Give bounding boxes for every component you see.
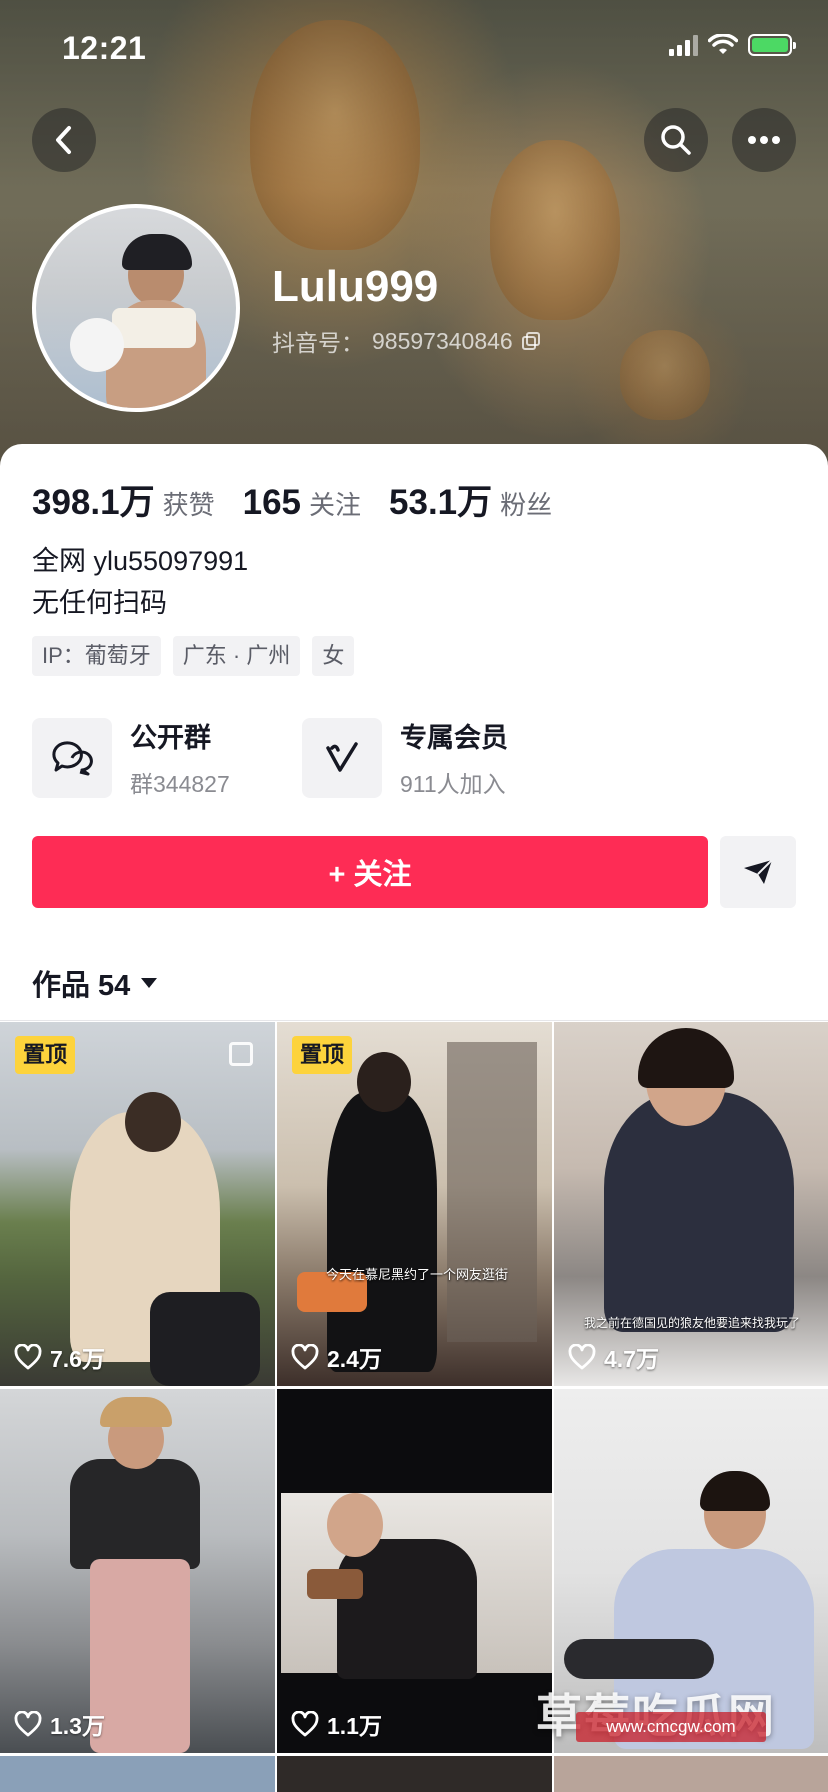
like-count-value: 1.1万 xyxy=(327,1713,382,1739)
tile-figure-legs xyxy=(90,1559,190,1753)
stat-value: 398.1万 xyxy=(32,483,155,522)
bio-line: 全网 ylu55097991 xyxy=(32,546,249,576)
like-count: 7.6万 xyxy=(14,1340,105,1374)
like-count-value: 1.3万 xyxy=(50,1713,105,1739)
like-count-value: 4.7万 xyxy=(604,1346,659,1372)
works-tab[interactable]: 作品 54 xyxy=(32,962,158,1004)
like-count-value: 2.4万 xyxy=(327,1346,382,1372)
caret-down-icon xyxy=(141,978,158,988)
like-count-value: 7.6万 xyxy=(50,1346,105,1372)
feature-subtitle: 群344827 xyxy=(130,771,230,797)
tag-ip: IP：葡萄牙 xyxy=(32,636,161,676)
douyin-id-row: 抖音号： 98597340846 xyxy=(272,324,541,358)
avatar-cap xyxy=(122,234,192,270)
more-dots-icon xyxy=(748,136,780,144)
share-button[interactable] xyxy=(720,836,796,908)
status-icons xyxy=(669,34,796,56)
search-button[interactable] xyxy=(644,108,708,172)
video-tile[interactable]: 1.1万 xyxy=(277,1389,552,1753)
cell-signal-icon xyxy=(669,34,698,56)
stats-row: 398.1万 获赞 165 关注 53.1万 粉丝 xyxy=(32,474,580,525)
heart-icon xyxy=(14,1344,42,1370)
video-tile[interactable]: 置顶 7.6万 xyxy=(0,1022,275,1386)
stat-label: 关注 xyxy=(309,490,362,520)
public-group-entry[interactable]: 公开群 群344827 xyxy=(32,716,230,799)
tile-figure-top xyxy=(70,1459,200,1569)
search-icon xyxy=(661,125,691,155)
chevron-left-icon xyxy=(56,126,71,154)
video-tile[interactable]: 今天在慕尼黑约了一个网友逛街 置顶 2.4万 xyxy=(277,1022,552,1386)
douyin-id-label: 抖音号： xyxy=(272,330,364,356)
bio: 全网 ylu55097991 无任何扫码 xyxy=(32,540,248,624)
heart-icon xyxy=(291,1711,319,1737)
username: Lulu999 xyxy=(272,262,439,311)
stat-label: 获赞 xyxy=(162,490,215,520)
feature-subtitle: 911人加入 xyxy=(400,771,506,797)
video-caption: 我之前在德国见的狼友他要追来找我玩了 xyxy=(583,1316,800,1330)
copy-icon[interactable] xyxy=(521,331,541,351)
tag-gender: 女 xyxy=(312,636,355,676)
profile-tags: IP：葡萄牙 广东 · 广州 女 xyxy=(32,636,355,676)
feature-title: 公开群 xyxy=(130,723,211,753)
video-tile[interactable] xyxy=(554,1756,828,1792)
watermark-url: www.cmcgw.com xyxy=(576,1712,766,1742)
more-button[interactable] xyxy=(732,108,796,172)
wifi-icon xyxy=(708,34,738,54)
stat-likes[interactable]: 398.1万 获赞 xyxy=(32,474,215,525)
tile-mirror xyxy=(447,1042,537,1342)
heart-icon xyxy=(291,1344,319,1370)
tile-cap xyxy=(100,1397,172,1427)
bio-line: 无任何扫码 xyxy=(32,588,167,618)
tile-hair xyxy=(638,1028,734,1088)
tile-bag xyxy=(150,1292,260,1386)
send-arrow-icon xyxy=(744,859,773,884)
video-tile[interactable]: 我之前在德国见的狼友他要追来找我玩了 4.7万 xyxy=(554,1022,828,1386)
video-caption: 今天在慕尼黑约了一个网友逛街 xyxy=(325,1267,508,1282)
divider xyxy=(0,1020,828,1021)
tile-figure-head xyxy=(327,1493,383,1557)
back-button[interactable] xyxy=(32,108,96,172)
stat-label: 粉丝 xyxy=(500,490,553,520)
tag-location: 广东 · 广州 xyxy=(172,636,301,676)
vip-membership-entry[interactable]: 专属会员 911人加入 xyxy=(302,716,508,799)
tile-figure xyxy=(604,1092,794,1332)
like-count: 2.4万 xyxy=(291,1340,382,1374)
like-count: 4.7万 xyxy=(568,1340,659,1374)
heart-icon xyxy=(14,1711,42,1737)
works-label: 作品 54 xyxy=(32,970,131,1002)
avatar[interactable] xyxy=(32,204,240,412)
follow-button[interactable]: + 关注 xyxy=(32,836,708,908)
like-count: 1.1万 xyxy=(291,1707,382,1741)
douyin-id-value: 98597340846 xyxy=(372,327,513,354)
stat-following[interactable]: 165 关注 xyxy=(243,483,361,523)
tile-legs xyxy=(564,1639,714,1679)
video-tile[interactable] xyxy=(0,1756,275,1792)
avatar-child xyxy=(70,318,124,372)
status-time: 12:21 xyxy=(62,30,147,66)
vip-v-icon xyxy=(302,717,382,798)
avatar-top xyxy=(112,308,196,348)
battery-icon xyxy=(748,34,796,56)
stat-followers[interactable]: 53.1万 粉丝 xyxy=(389,474,552,525)
pinned-badge: 置顶 xyxy=(292,1036,353,1074)
chat-bubbles-icon xyxy=(32,717,112,798)
multi-image-icon xyxy=(229,1042,253,1066)
tile-figure-head xyxy=(357,1052,411,1112)
like-count: 1.3万 xyxy=(14,1707,105,1741)
stat-value: 165 xyxy=(242,483,302,522)
video-tile[interactable]: 1.3万 xyxy=(0,1389,275,1753)
tile-hair xyxy=(700,1471,770,1511)
feature-title: 专属会员 xyxy=(400,723,508,753)
tile-figure-head xyxy=(125,1092,181,1152)
video-tile[interactable] xyxy=(277,1756,552,1792)
pinned-badge: 置顶 xyxy=(15,1036,76,1074)
heart-icon xyxy=(568,1344,596,1370)
tile-figure xyxy=(337,1539,477,1679)
stat-value: 53.1万 xyxy=(389,483,493,522)
tile-figure xyxy=(327,1092,437,1372)
tile-shoes xyxy=(307,1569,363,1599)
